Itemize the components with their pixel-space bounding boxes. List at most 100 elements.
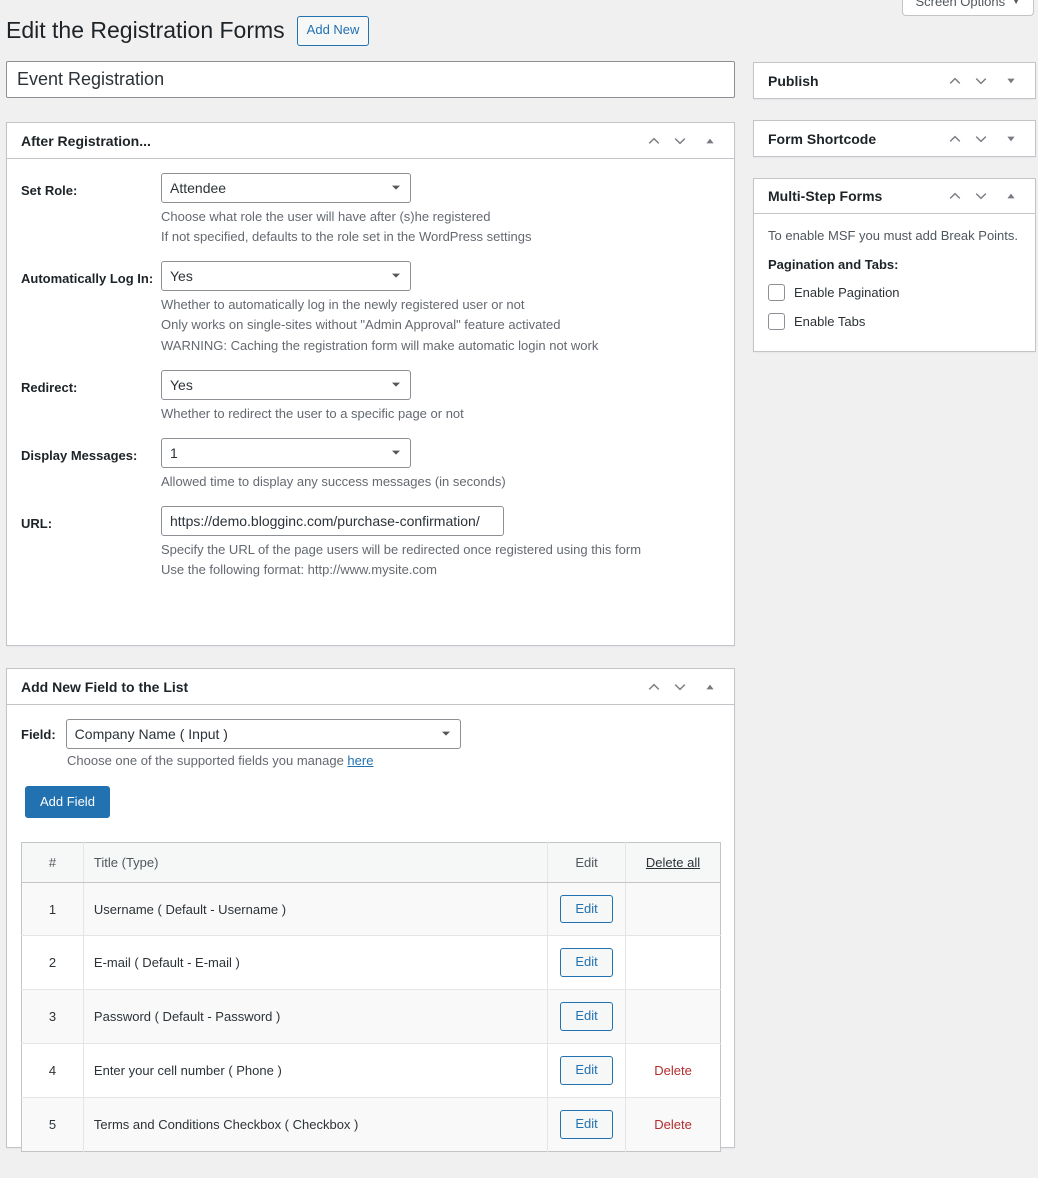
panel-form-shortcode: Form Shortcode: [753, 120, 1036, 157]
panel-title: Multi-Step Forms: [768, 188, 883, 204]
cell-number: 4: [21, 1043, 84, 1099]
move-up-icon[interactable]: [943, 69, 967, 93]
cell-number: 2: [21, 935, 84, 991]
field-row-redirect: Redirect: Yes Whether to redirect the us…: [21, 369, 720, 424]
panel-toggle-expand-icon[interactable]: [999, 127, 1023, 151]
move-up-icon[interactable]: [642, 675, 666, 699]
panel-title: Publish: [768, 72, 819, 89]
field-selector-row: Field: Company Name ( Input ): [21, 719, 720, 749]
desc-line: Choose what role the user will have afte…: [161, 209, 491, 224]
column-header-title: Title (Type): [83, 842, 549, 883]
panel-toggle-collapse-icon[interactable]: [698, 675, 722, 699]
fields-table: # Title (Type) Edit Delete all 1 Usernam…: [21, 841, 721, 1153]
panel-header-multi-step-forms: Multi-Step Forms: [754, 179, 1035, 214]
label-enable-pagination: Enable Pagination: [794, 285, 900, 300]
panel-title: Form Shortcode: [768, 130, 877, 147]
edit-button[interactable]: Edit: [560, 1002, 613, 1032]
move-down-icon[interactable]: [668, 129, 692, 153]
screen-options-label: Screen Options: [915, 0, 1006, 9]
panel-toggle-collapse-icon[interactable]: [999, 184, 1023, 208]
cell-delete: Delete: [626, 1098, 721, 1152]
desc-url: Specify the URL of the page users will b…: [161, 540, 720, 580]
desc-line: Specify the URL of the page users will b…: [161, 541, 642, 557]
select-auto-login[interactable]: Yes: [161, 261, 411, 292]
edit-button[interactable]: Edit: [560, 1056, 613, 1086]
manage-fields-link[interactable]: here: [347, 753, 373, 768]
panel-body-after-registration: Set Role: Attendee Choose what role the …: [7, 159, 734, 596]
label-display-messages: Display Messages:: [21, 447, 138, 463]
panel-order-controls: [943, 69, 993, 93]
panel-multi-step-forms: Multi-Step Forms To enable MSF you must …: [753, 178, 1036, 352]
desc-line: Use the following format: http://www.mys…: [161, 562, 437, 578]
panel-header-publish: Publish: [754, 63, 1035, 98]
move-down-icon[interactable]: [969, 184, 993, 208]
panel-body-multi-step-forms: To enable MSF you must add Break Points.…: [754, 214, 1035, 346]
panel-add-new-field: Add New Field to the List Field: Company…: [6, 668, 735, 1153]
panel-header-after-registration: After Registration...: [7, 123, 734, 159]
column-header-number: #: [21, 842, 84, 883]
desc-set-role: Choose what role the user will have afte…: [161, 207, 720, 247]
delete-link[interactable]: Delete: [654, 1117, 692, 1132]
desc-line: Whether to automatically log in the newl…: [161, 297, 525, 313]
panel-title: Add New Field to the List: [21, 678, 189, 695]
desc-field-selector: Choose one of the supported fields you m…: [67, 753, 720, 768]
panel-header-add-new-field: Add New Field to the List: [7, 669, 734, 705]
screen-options-button[interactable]: Screen Options ▼: [902, 0, 1034, 16]
cell-title: Username ( Default - Username ): [83, 882, 549, 937]
checkbox-enable-pagination[interactable]: [768, 284, 785, 301]
input-redirect-url[interactable]: [161, 505, 504, 536]
column-header-edit: Edit: [547, 842, 627, 883]
cell-edit: Edit: [547, 935, 627, 991]
table-row: 4 Enter your cell number ( Phone ) Edit …: [21, 1043, 721, 1099]
panel-header-form-shortcode: Form Shortcode: [754, 121, 1035, 156]
delete-link[interactable]: Delete: [654, 1063, 692, 1078]
panel-toggle-expand-icon[interactable]: [999, 69, 1023, 93]
add-field-button[interactable]: Add Field: [25, 786, 110, 818]
option-enable-tabs[interactable]: Enable Tabs: [768, 313, 1021, 330]
move-up-icon[interactable]: [943, 127, 967, 151]
label-url: URL:: [21, 515, 53, 531]
panel-toggle-collapse-icon[interactable]: [698, 129, 722, 153]
move-up-icon[interactable]: [943, 184, 967, 208]
cell-number: 3: [21, 989, 84, 1045]
select-redirect[interactable]: Yes: [161, 369, 411, 400]
cell-title: Enter your cell number ( Phone ): [83, 1043, 549, 1099]
select-set-role[interactable]: Attendee: [161, 173, 411, 203]
edit-button[interactable]: Edit: [560, 948, 613, 978]
form-title-input[interactable]: [6, 61, 735, 98]
edit-button[interactable]: Edit: [560, 1110, 613, 1140]
table-row: 5 Terms and Conditions Checkbox ( Checkb…: [21, 1097, 721, 1152]
table-header-row: # Title (Type) Edit Delete all: [21, 842, 721, 883]
wordpress-admin-page: Screen Options ▼ Edit the Registration F…: [0, 0, 1038, 1178]
cell-delete: [625, 935, 721, 991]
add-new-button[interactable]: Add New: [296, 16, 370, 46]
field-row-auto-login: Automatically Log In: Yes Whether to aut…: [21, 261, 720, 355]
move-up-icon[interactable]: [642, 129, 666, 153]
move-down-icon[interactable]: [668, 675, 692, 699]
desc-line: Only works on single-sites without "Admi…: [161, 317, 561, 333]
cell-title: Password ( Default - Password ): [83, 989, 549, 1045]
msf-subtitle: Pagination and Tabs:: [768, 257, 899, 272]
desc-line: Whether to redirect the user to a specif…: [161, 405, 464, 421]
desc-line: Allowed time to display any success mess…: [161, 473, 506, 489]
panel-publish: Publish: [753, 62, 1036, 99]
move-down-icon[interactable]: [969, 127, 993, 151]
field-row-url: URL: Specify the URL of the page users w…: [21, 505, 720, 580]
desc-redirect: Whether to redirect the user to a specif…: [161, 404, 720, 424]
panel-body-add-new-field: Field: Company Name ( Input ) Choose one…: [7, 705, 734, 1168]
select-new-field-type[interactable]: Company Name ( Input ): [65, 719, 461, 749]
option-enable-pagination[interactable]: Enable Pagination: [768, 284, 1021, 301]
cell-title: Terms and Conditions Checkbox ( Checkbox…: [83, 1097, 549, 1152]
edit-button[interactable]: Edit: [560, 894, 613, 924]
checkbox-enable-tabs[interactable]: [768, 313, 785, 330]
cell-number: 1: [21, 882, 84, 937]
cell-edit: Edit: [547, 989, 627, 1045]
panel-title: After Registration...: [21, 132, 151, 149]
move-down-icon[interactable]: [969, 69, 993, 93]
chevron-down-icon: ▼: [1011, 0, 1021, 7]
label-set-role: Set Role:: [21, 183, 78, 198]
cell-delete: [625, 882, 721, 937]
delete-all-link[interactable]: Delete all: [646, 855, 700, 870]
select-display-messages[interactable]: 1: [161, 437, 411, 468]
desc-line: WARNING: Caching the registration form w…: [161, 337, 599, 353]
